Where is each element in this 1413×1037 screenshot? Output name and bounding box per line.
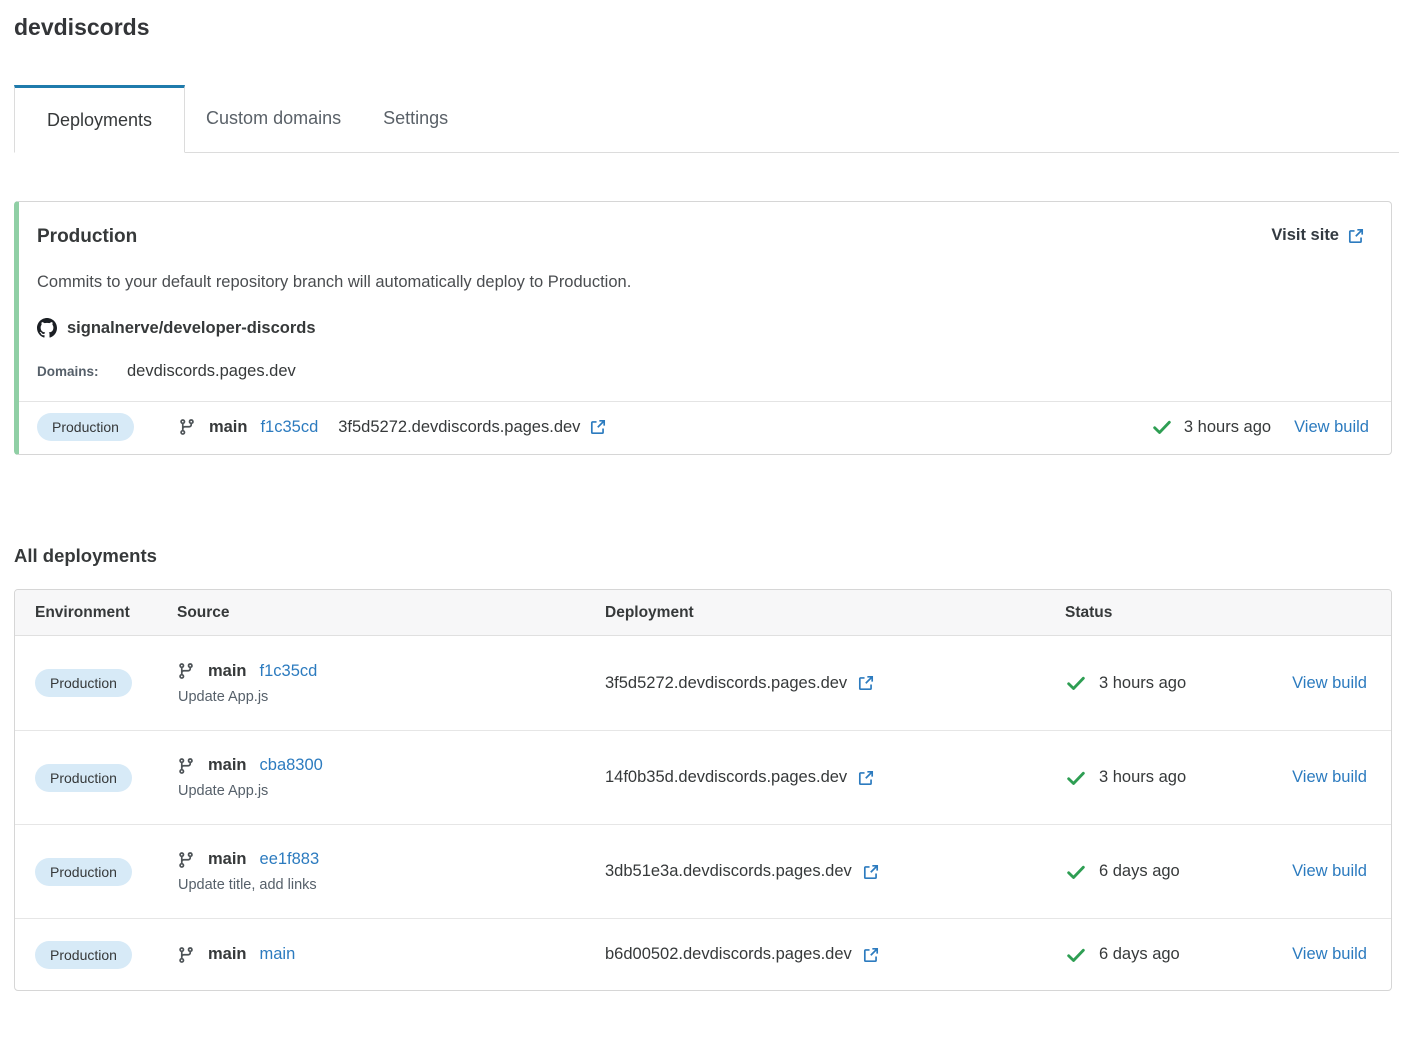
environment-badge: Production: [35, 669, 132, 697]
deployment-url: 14f0b35d.devdiscords.pages.dev: [605, 768, 847, 787]
commit-link[interactable]: f1c35cd: [260, 418, 318, 437]
column-status: Status: [1045, 604, 1265, 622]
git-branch-icon: [177, 851, 195, 869]
external-link-icon: [1347, 227, 1365, 245]
external-link-icon[interactable]: [862, 946, 880, 964]
git-branch-icon: [177, 946, 195, 964]
production-deployment-row: Production main f1c35cd 3f5d5272.devdisc…: [19, 401, 1391, 454]
deployment-url: 3f5d5272.devdiscords.pages.dev: [605, 674, 847, 693]
tab-settings[interactable]: Settings: [362, 85, 469, 152]
repository-row: signalnerve/developer-discords: [37, 318, 1365, 338]
github-icon: [37, 318, 57, 338]
production-description: Commits to your default repository branc…: [37, 273, 1365, 292]
view-build-link[interactable]: View build: [1292, 945, 1367, 963]
branch-name: main: [208, 756, 247, 775]
environment-badge: Production: [35, 858, 132, 886]
branch-name: main: [208, 850, 247, 869]
production-heading: Production: [37, 226, 137, 248]
environment-badge: Production: [35, 941, 132, 969]
status-time: 6 days ago: [1099, 945, 1180, 964]
table-row: Production main main b6d00502.devdiscord…: [15, 918, 1391, 990]
external-link-icon[interactable]: [857, 769, 875, 787]
external-link-icon[interactable]: [589, 418, 607, 436]
check-icon: [1065, 944, 1087, 966]
table-row: Production main ee1f883 Update title, ad…: [15, 824, 1391, 918]
deployment-url: b6d00502.devdiscords.pages.dev: [605, 945, 852, 964]
table-row: Production main cba8300 Update App.js 14…: [15, 730, 1391, 824]
git-branch-icon: [177, 757, 195, 775]
external-link-icon[interactable]: [857, 674, 875, 692]
repository-name: signalnerve/developer-discords: [67, 319, 316, 338]
status-time: 3 hours ago: [1099, 768, 1186, 787]
visit-site-label: Visit site: [1271, 226, 1339, 245]
deployments-table: Environment Source Deployment Status Pro…: [14, 589, 1392, 991]
visit-site-link[interactable]: Visit site: [1271, 226, 1365, 245]
status-time: 6 days ago: [1099, 862, 1180, 881]
table-row: Production main f1c35cd Update App.js 3f…: [15, 636, 1391, 730]
domains-row: Domains: devdiscords.pages.dev: [37, 362, 1365, 381]
check-icon: [1065, 767, 1087, 789]
all-deployments-heading: All deployments: [14, 545, 1392, 567]
domains-value: devdiscords.pages.dev: [127, 362, 296, 381]
page-title: devdiscords: [14, 14, 1392, 41]
commit-link[interactable]: ee1f883: [260, 850, 320, 869]
check-icon: [1065, 861, 1087, 883]
check-icon: [1065, 672, 1087, 694]
check-icon: [1151, 416, 1173, 438]
commit-link[interactable]: main: [260, 945, 296, 964]
tab-deployments[interactable]: Deployments: [14, 85, 185, 153]
deployment-url: 3f5d5272.devdiscords.pages.dev: [338, 418, 580, 437]
view-build-link[interactable]: View build: [1292, 768, 1367, 786]
view-build-link[interactable]: View build: [1294, 418, 1369, 437]
branch-name: main: [208, 945, 247, 964]
domains-label: Domains:: [37, 364, 127, 379]
commit-message: Update title, add links: [178, 877, 591, 893]
status-time: 3 hours ago: [1184, 418, 1271, 437]
git-branch-icon: [177, 662, 195, 680]
tab-bar: Deployments Custom domains Settings: [14, 85, 1399, 153]
deployment-url: 3db51e3a.devdiscords.pages.dev: [605, 862, 852, 881]
git-branch-icon: [178, 418, 196, 436]
commit-message: Update App.js: [178, 783, 591, 799]
branch-name: main: [208, 662, 247, 681]
environment-badge: Production: [35, 764, 132, 792]
column-source: Source: [157, 604, 591, 622]
commit-link[interactable]: f1c35cd: [260, 662, 318, 681]
column-deployment: Deployment: [591, 604, 1045, 622]
pages-project-page: devdiscords Deployments Custom domains S…: [0, 0, 1413, 1007]
status-time: 3 hours ago: [1099, 674, 1186, 693]
column-environment: Environment: [15, 604, 157, 622]
view-build-link[interactable]: View build: [1292, 674, 1367, 692]
commit-link[interactable]: cba8300: [260, 756, 323, 775]
external-link-icon[interactable]: [862, 863, 880, 881]
production-card: Production Visit site Commits to your de…: [14, 201, 1392, 455]
view-build-link[interactable]: View build: [1292, 862, 1367, 880]
branch-name: main: [209, 418, 248, 437]
commit-message: Update App.js: [178, 689, 591, 705]
table-header: Environment Source Deployment Status: [15, 590, 1391, 636]
tab-custom-domains[interactable]: Custom domains: [185, 85, 362, 152]
environment-badge: Production: [37, 413, 134, 441]
